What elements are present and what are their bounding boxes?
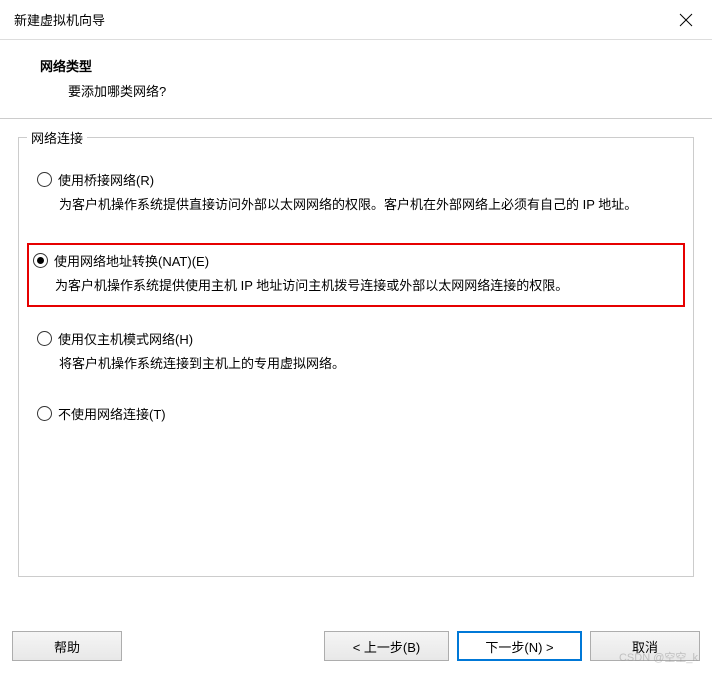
close-icon [679, 13, 693, 27]
option-label: 使用网络地址转换(NAT)(E) [54, 251, 209, 270]
cancel-button[interactable]: 取消 [590, 631, 700, 661]
spacer [130, 631, 316, 661]
option-hostonly: 使用仅主机模式网络(H) 将客户机操作系统连接到主机上的专用虚拟网络。 [33, 327, 679, 376]
option-label: 使用桥接网络(R) [58, 170, 154, 189]
radio-icon [37, 172, 52, 187]
page-subtitle: 要添加哪类网络? [40, 81, 682, 100]
option-bridged: 使用桥接网络(R) 为客户机操作系统提供直接访问外部以太网网络的权限。客户机在外… [33, 168, 679, 217]
option-label: 不使用网络连接(T) [58, 404, 166, 423]
wizard-header: 网络类型 要添加哪类网络? [0, 40, 712, 119]
close-button[interactable] [672, 6, 700, 34]
option-nat: 使用网络地址转换(NAT)(E) 为客户机操作系统提供使用主机 IP 地址访问主… [27, 243, 685, 306]
help-button[interactable]: 帮助 [12, 631, 122, 661]
content-area: 网络连接 使用桥接网络(R) 为客户机操作系统提供直接访问外部以太网网络的权限。… [0, 119, 712, 577]
titlebar: 新建虚拟机向导 [0, 0, 712, 40]
option-label: 使用仅主机模式网络(H) [58, 329, 193, 348]
radio-bridged[interactable]: 使用桥接网络(R) [37, 170, 675, 189]
option-none: 不使用网络连接(T) [33, 402, 679, 425]
radio-icon [37, 406, 52, 421]
option-description: 为客户机操作系统提供直接访问外部以太网网络的权限。客户机在外部网络上必须有自己的… [37, 194, 675, 215]
network-connection-fieldset: 网络连接 使用桥接网络(R) 为客户机操作系统提供直接访问外部以太网网络的权限。… [18, 137, 694, 577]
fieldset-legend: 网络连接 [27, 128, 87, 147]
radio-none[interactable]: 不使用网络连接(T) [37, 404, 675, 423]
page-title: 网络类型 [40, 56, 682, 75]
radio-nat[interactable]: 使用网络地址转换(NAT)(E) [33, 251, 679, 270]
next-button[interactable]: 下一步(N) > [457, 631, 582, 661]
radio-hostonly[interactable]: 使用仅主机模式网络(H) [37, 329, 675, 348]
button-bar: 帮助 < 上一步(B) 下一步(N) > 取消 [0, 631, 712, 661]
radio-icon [37, 331, 52, 346]
radio-icon [33, 253, 48, 268]
option-description: 为客户机操作系统提供使用主机 IP 地址访问主机拨号连接或外部以太网网络连接的权… [33, 275, 679, 296]
window-title: 新建虚拟机向导 [14, 10, 105, 29]
back-button[interactable]: < 上一步(B) [324, 631, 449, 661]
option-description: 将客户机操作系统连接到主机上的专用虚拟网络。 [37, 353, 675, 374]
